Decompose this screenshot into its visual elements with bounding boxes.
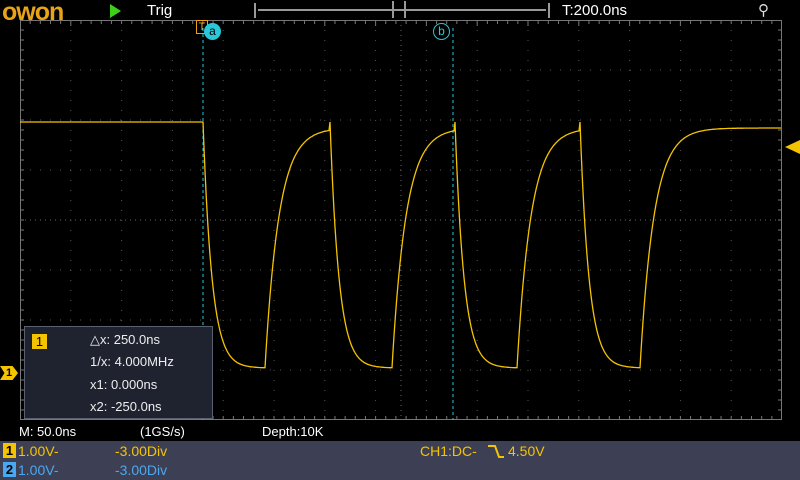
cursor-measure-panel: 1 △x: 250.0ns 1/x: 4.000MHz x1: 0.000ns … [24,326,213,419]
timebase[interactable]: M: 50.0ns [19,424,76,439]
play-icon[interactable] [110,4,121,18]
memory-depth[interactable]: Depth:10K [262,424,323,439]
cursor-a-marker[interactable]: a [204,23,221,40]
usb-icon: ⚲ [758,2,769,19]
trigger-source[interactable]: CH1:DC- [420,443,477,459]
cursor-b-marker[interactable]: b [433,23,450,40]
cursor-x2: x2: -250.0ns [90,399,162,414]
ch2-badge[interactable]: 2 [3,462,16,477]
run-state: Trig [147,2,173,19]
falling-edge-icon [488,445,504,458]
memory-position-bar[interactable] [254,1,550,18]
ch1-offset[interactable]: -3.00Div [115,443,167,459]
ch2-scale[interactable]: 1.00V- [18,462,58,478]
delta-x: △x: 250.0ns [90,332,160,347]
channel-status-bar: 1 1.00V- -3.00Div 2 1.00V- -3.00Div CH1:… [0,441,800,480]
trigger-level-marker[interactable] [785,140,800,154]
channel-badge: 1 [32,334,47,349]
inverse-delta-x: 1/x: 4.000MHz [90,354,174,369]
cursor-x1: x1: 0.000ns [90,377,158,392]
trigger-time: T:200.0ns [562,2,628,19]
ch1-badge[interactable]: 1 [3,443,16,458]
trigger-level[interactable]: 4.50V [508,443,545,459]
ch1-ground-marker[interactable]: 1 [0,366,18,380]
acquisition-status: M: 50.0ns (1GS/s) Depth:10K [0,424,800,441]
sample-rate: (1GS/s) [140,424,185,439]
view-window [392,1,406,18]
ch1-scale[interactable]: 1.00V- [18,443,58,459]
ch2-offset[interactable]: -3.00Div [115,462,167,478]
